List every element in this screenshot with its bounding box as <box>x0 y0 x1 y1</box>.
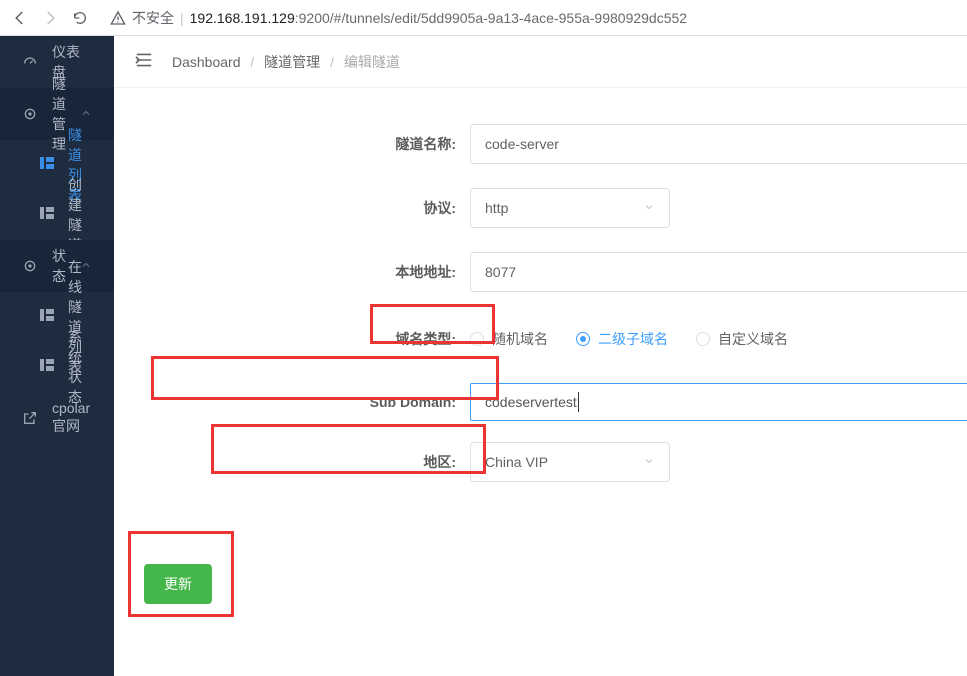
grid-icon <box>40 157 54 173</box>
sidebar-item-create-tunnel[interactable]: 创建隧道 <box>0 190 114 240</box>
row-localaddr: 本地地址: 8077 <box>114 240 967 304</box>
main-content: Dashboard / 隧道管理 / 编辑隧道 隧道名称: code-serve… <box>114 36 967 676</box>
sidebar-item-label: 状态 <box>52 246 66 286</box>
insecure-label: 不安全 <box>132 8 174 28</box>
sidebar: 仪表盘 隧道管理 隧道列表 创建隧道 状态 <box>0 36 114 676</box>
grid-icon <box>40 309 54 325</box>
label-subdomain: Sub Domain: <box>114 394 470 410</box>
label-name: 隧道名称: <box>114 134 470 154</box>
sidebar-item-label: cpolar官网 <box>52 400 92 436</box>
sidebar-item-tunnel-mgr[interactable]: 隧道管理 <box>0 88 114 140</box>
breadcrumb-item: 编辑隧道 <box>344 54 400 70</box>
nav-back-button[interactable] <box>10 9 30 27</box>
edit-tunnel-form: 隧道名称: code-server 协议: http 本地地址: 8077 域名… <box>114 88 967 604</box>
workspace: 仪表盘 隧道管理 隧道列表 创建隧道 状态 <box>0 36 967 676</box>
row-subdomain: Sub Domain: codeservertest <box>114 374 967 430</box>
arrow-left-icon <box>11 9 29 27</box>
region-select[interactable]: China VIP <box>470 442 670 482</box>
chevron-up-icon <box>80 106 92 122</box>
label-region: 地区: <box>114 452 470 472</box>
url-text: 192.168.191.129:9200/#/tunnels/edit/5dd9… <box>190 10 687 26</box>
label-domain-type: 域名类型: <box>114 329 470 349</box>
radio-random-domain[interactable]: 随机域名 <box>470 329 548 349</box>
chevron-down-icon <box>643 454 655 470</box>
nav-reload-button[interactable] <box>70 10 90 26</box>
gear-icon <box>22 258 38 274</box>
breadcrumb-item[interactable]: 隧道管理 <box>264 54 320 70</box>
label-localaddr: 本地地址: <box>114 262 470 282</box>
topbar: Dashboard / 隧道管理 / 编辑隧道 <box>114 36 967 88</box>
sidebar-item-tunnel-list[interactable]: 隧道列表 <box>0 140 114 190</box>
sidebar-item-system-status[interactable]: 系统状态 <box>0 342 114 392</box>
address-bar[interactable]: 不安全 | 192.168.191.129:9200/#/tunnels/edi… <box>100 4 957 32</box>
breadcrumb-item[interactable]: Dashboard <box>172 54 241 70</box>
row-domain-type: 域名类型: 随机域名 二级子域名 自定义域名 <box>114 304 967 374</box>
external-link-icon <box>22 410 38 426</box>
submit-button[interactable]: 更新 <box>144 564 212 604</box>
address-divider: | <box>180 10 184 26</box>
row-region: 地区: China VIP <box>114 430 967 494</box>
radio-dot-icon <box>696 332 710 346</box>
gear-icon <box>22 106 38 122</box>
label-proto: 协议: <box>114 198 470 218</box>
subdomain-input[interactable]: codeservertest <box>470 383 967 421</box>
radio-dot-icon <box>470 332 484 346</box>
menu-collapse-icon <box>134 52 154 68</box>
sidebar-item-cpolar[interactable]: cpolar官网 <box>0 392 114 444</box>
grid-icon <box>40 359 54 375</box>
grid-icon <box>40 207 54 223</box>
menu-toggle-button[interactable] <box>134 52 154 71</box>
radio-dot-icon <box>576 332 590 346</box>
radio-subdomain[interactable]: 二级子域名 <box>576 329 668 349</box>
browser-chrome: 不安全 | 192.168.191.129:9200/#/tunnels/edi… <box>0 0 967 36</box>
reload-icon <box>72 10 88 26</box>
text-caret-icon <box>578 392 579 412</box>
protocol-select[interactable]: http <box>470 188 670 228</box>
chevron-down-icon <box>643 200 655 216</box>
sidebar-item-online-tunnels[interactable]: 在线隧道列表 <box>0 292 114 342</box>
sidebar-item-status[interactable]: 状态 <box>0 240 114 292</box>
arrow-right-icon <box>41 9 59 27</box>
nav-forward-button[interactable] <box>40 9 60 27</box>
gauge-icon <box>22 54 38 70</box>
row-proto: 协议: http <box>114 176 967 240</box>
local-address-input[interactable]: 8077 <box>470 252 967 292</box>
tunnel-name-input[interactable]: code-server <box>470 124 967 164</box>
radio-custom-domain[interactable]: 自定义域名 <box>696 329 788 349</box>
domain-type-radios: 随机域名 二级子域名 自定义域名 <box>470 329 967 349</box>
warning-icon <box>110 10 126 26</box>
breadcrumb: Dashboard / 隧道管理 / 编辑隧道 <box>172 52 400 72</box>
row-name: 隧道名称: code-server <box>114 112 967 176</box>
